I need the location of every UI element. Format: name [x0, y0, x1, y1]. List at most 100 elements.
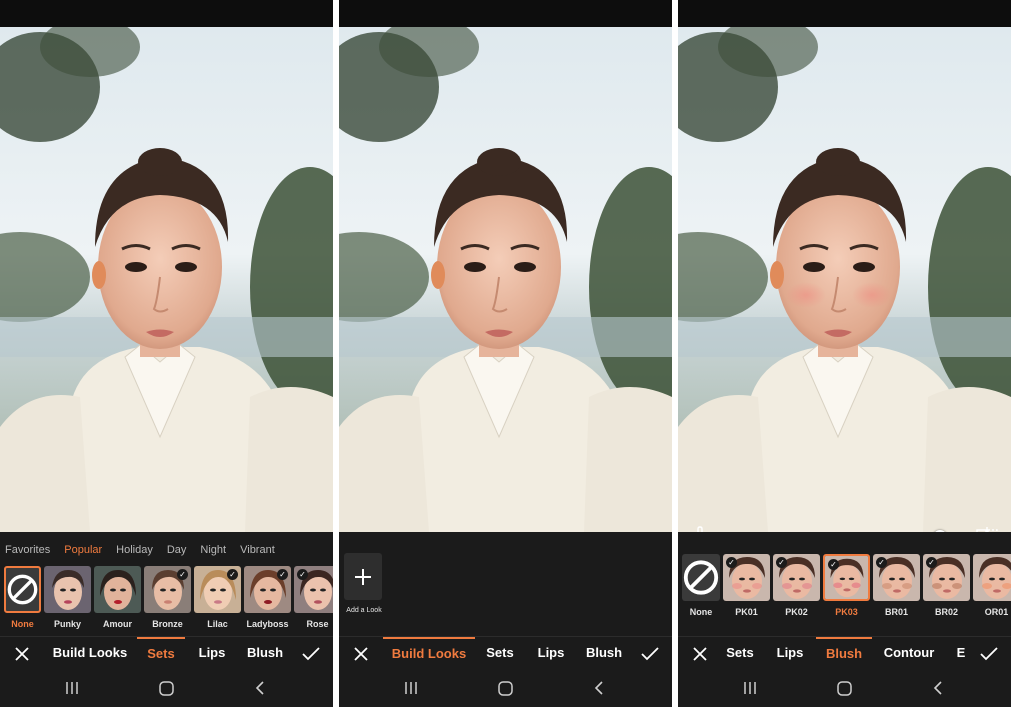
close-button[interactable] — [685, 637, 715, 670]
confirm-button[interactable] — [974, 637, 1004, 670]
blush-or01[interactable]: OR01 — [973, 554, 1011, 617]
looks-strip: Add a Look — [339, 532, 672, 636]
preset-ladyboss[interactable]: ✓ Ladyboss — [244, 566, 291, 629]
system-nav-bar — [339, 670, 672, 707]
blush-br01[interactable]: ✓ BR01 — [873, 554, 920, 617]
blush-color-label: PK03 — [835, 607, 858, 617]
category-holiday[interactable]: Holiday — [116, 544, 153, 556]
preset-bronze[interactable]: ✓ Bronze — [144, 566, 191, 629]
intensity-controls — [678, 522, 1011, 532]
add-look-label: Add a Look — [346, 607, 382, 614]
portrait-photo — [0, 27, 333, 532]
back-icon — [255, 681, 264, 695]
blush-none[interactable]: None — [682, 554, 720, 617]
category-popular[interactable]: Popular — [64, 544, 102, 556]
close-button[interactable] — [346, 637, 376, 670]
blush-color-label: PK01 — [735, 607, 758, 617]
tab-lips[interactable]: Lips — [192, 637, 232, 670]
close-button[interactable] — [7, 637, 37, 670]
add-look-button[interactable]: Add a Look — [344, 553, 384, 614]
preset-label: Amour — [103, 619, 132, 629]
system-nav-bar — [678, 670, 1011, 707]
check-icon: ✓ — [726, 557, 737, 568]
blush-br02[interactable]: ✓ BR02 — [923, 554, 970, 617]
tab-blush[interactable]: Blush — [581, 637, 627, 670]
prohibited-icon — [683, 560, 719, 595]
tab-partial[interactable]: E — [952, 637, 970, 670]
preset-amour[interactable]: Amour — [94, 566, 141, 629]
back-icon — [933, 681, 942, 695]
confirm-button[interactable] — [296, 637, 326, 670]
back-button[interactable] — [589, 679, 609, 697]
close-icon — [354, 646, 368, 661]
blush-colors-strip: None ✓ PK01 ✓ PK02 ✓ PK03 ✓ BR01 ✓ BR02 … — [678, 532, 1011, 636]
tab-sets[interactable]: Sets — [479, 637, 521, 670]
blush-color-label: OR01 — [984, 607, 1009, 617]
tab-lips[interactable]: Lips — [772, 637, 808, 670]
tab-build-looks[interactable]: Build Looks — [50, 637, 130, 670]
blush-color-label: PK02 — [785, 607, 808, 617]
preset-rose[interactable]: ✓ Rose — [294, 566, 333, 629]
blush-screen: None ✓ PK01 ✓ PK02 ✓ PK03 ✓ BR01 ✓ BR02 … — [678, 0, 1011, 707]
bottom-tab-bar: Build Looks Sets Lips Blush — [0, 636, 333, 670]
category-night[interactable]: Night — [200, 544, 226, 556]
home-button[interactable] — [495, 679, 515, 697]
hand-touch-icon — [697, 526, 703, 532]
home-button[interactable] — [156, 679, 176, 697]
check-icon: ✓ — [297, 569, 308, 580]
confirm-button[interactable] — [635, 637, 665, 670]
touch-up-button[interactable] — [690, 525, 712, 532]
close-icon — [15, 646, 29, 661]
preset-lilac[interactable]: ✓ Lilac — [194, 566, 241, 629]
back-button[interactable] — [928, 679, 948, 697]
back-button[interactable] — [250, 679, 270, 697]
tab-sets[interactable]: Sets — [722, 637, 758, 670]
blush-pk03[interactable]: ✓ PK03 — [823, 554, 870, 617]
home-icon — [497, 680, 513, 696]
check-icon: ✓ — [926, 557, 937, 568]
recent-apps-button[interactable] — [62, 679, 82, 697]
tab-build-looks[interactable]: Build Looks — [383, 637, 475, 670]
portrait-photo — [339, 27, 672, 532]
preset-punky[interactable]: Punky — [44, 566, 91, 629]
category-vibrant[interactable]: Vibrant — [240, 544, 275, 556]
check-icon: ✓ — [876, 557, 887, 568]
category-day[interactable]: Day — [167, 544, 187, 556]
tab-contour[interactable]: Contour — [880, 637, 938, 670]
check-icon — [641, 646, 659, 660]
check-icon: ✓ — [828, 559, 839, 570]
blush-color-thumbs: None ✓ PK01 ✓ PK02 ✓ PK03 ✓ BR01 ✓ BR02 … — [682, 554, 1011, 617]
prohibited-icon — [7, 574, 38, 605]
blush-color-label: BR01 — [884, 607, 908, 617]
preset-label: Lilac — [207, 619, 228, 629]
status-bar — [0, 0, 333, 27]
close-icon — [693, 646, 707, 661]
sets-screen: Favorites Popular Holiday Day Night Vibrant N… — [0, 0, 333, 707]
home-icon — [836, 680, 852, 696]
blush-pk01[interactable]: ✓ PK01 — [723, 554, 770, 617]
home-button[interactable] — [834, 679, 854, 697]
plus-icon — [355, 568, 371, 585]
preset-thumbs: None Punky Amour ✓ Bronze ✓ Lilac ✓ Lady… — [4, 566, 333, 629]
bottom-tab-bar: Build Looks Sets Lips Blush — [339, 636, 672, 670]
tab-sets[interactable]: Sets — [137, 637, 185, 670]
preset-label: Rose — [306, 619, 329, 629]
preset-label: None — [11, 619, 34, 629]
recent-apps-button[interactable] — [740, 679, 760, 697]
portrait-photo — [678, 27, 1011, 532]
preset-none[interactable]: None — [4, 566, 41, 629]
recent-apps-icon — [66, 682, 78, 694]
preset-label: Punky — [53, 619, 81, 629]
check-icon: ✓ — [776, 557, 787, 568]
preset-label: Bronze — [152, 619, 183, 629]
recent-apps-button[interactable] — [401, 679, 421, 697]
tab-blush[interactable]: Blush — [816, 637, 872, 670]
status-bar — [678, 0, 1011, 27]
check-icon: ✓ — [177, 569, 188, 580]
category-favorites[interactable]: Favorites — [5, 544, 50, 556]
tab-lips[interactable]: Lips — [531, 637, 571, 670]
blush-pk02[interactable]: ✓ PK02 — [773, 554, 820, 617]
recent-apps-icon — [405, 682, 417, 694]
check-icon — [302, 646, 320, 660]
tab-blush[interactable]: Blush — [242, 637, 288, 670]
